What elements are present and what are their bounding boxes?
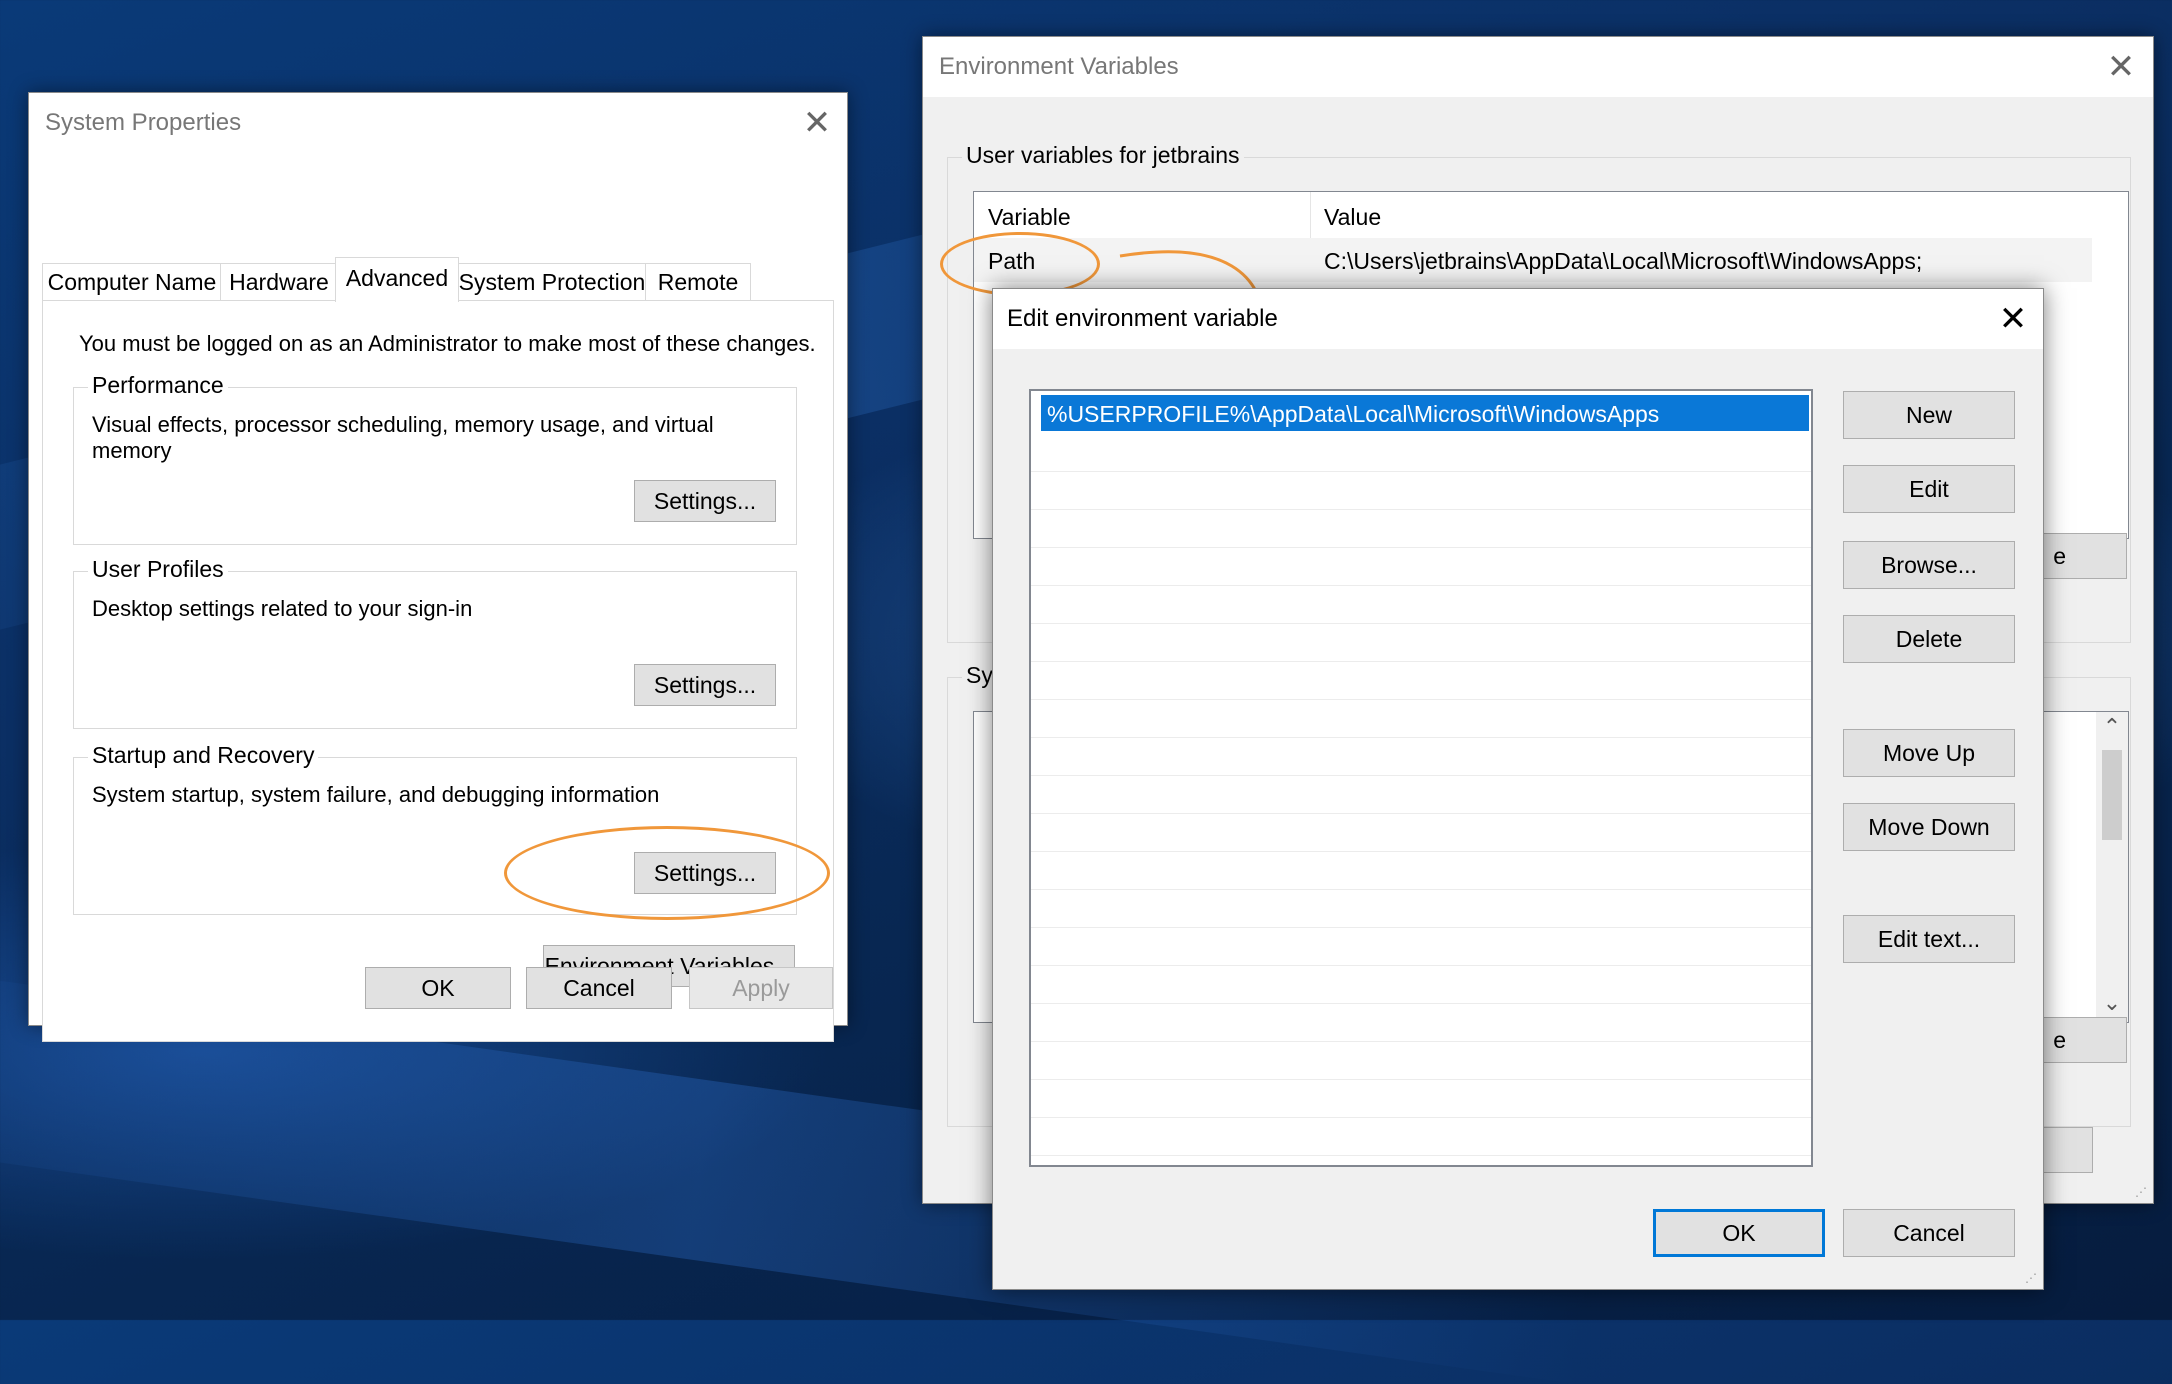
performance-group: Performance Visual effects, processor sc…: [73, 372, 797, 545]
list-item[interactable]: [1031, 813, 1811, 852]
list-item[interactable]: [1031, 737, 1811, 776]
list-item-selected[interactable]: %USERPROFILE%\AppData\Local\Microsoft\Wi…: [1041, 395, 1809, 431]
cancel-button[interactable]: Cancel: [526, 967, 672, 1009]
list-item[interactable]: [1031, 1117, 1811, 1156]
admin-note: You must be logged on as an Administrato…: [79, 331, 816, 356]
tab-label: System Protection: [458, 269, 646, 295]
startup-recovery-group: Startup and Recovery System startup, sys…: [73, 742, 797, 915]
list-item[interactable]: [1031, 585, 1811, 624]
button-label: OK: [1722, 1220, 1756, 1246]
group-label: Performance: [88, 372, 228, 399]
column-variable[interactable]: Variable: [988, 204, 1071, 231]
column-divider: [1310, 192, 1311, 238]
group-description: Visual effects, processor scheduling, me…: [92, 412, 714, 463]
button-label: Settings...: [653, 860, 757, 886]
tab-label: Remote: [657, 269, 739, 295]
list-item[interactable]: [1031, 623, 1811, 662]
window-title: Environment Variables: [939, 53, 1179, 80]
column-value[interactable]: Value: [1324, 204, 1381, 231]
entry-text: %USERPROFILE%\AppData\Local\Microsoft\Wi…: [1047, 401, 1660, 427]
button-label: Edit text...: [1877, 926, 1981, 952]
move-up-button[interactable]: Move Up: [1843, 729, 2015, 777]
vertical-scrollbar[interactable]: ⌃ ⌄: [2096, 712, 2128, 1022]
tab-label: Computer Name: [47, 269, 217, 295]
resize-grip-icon[interactable]: ⋰: [2135, 1185, 2149, 1199]
list-item[interactable]: [1031, 927, 1811, 966]
scroll-down-icon[interactable]: ⌄: [2096, 990, 2128, 1018]
button-label: Cancel: [563, 975, 635, 1001]
button-label: Move Down: [1868, 814, 1990, 840]
titlebar: Edit environment variable ✕: [993, 289, 2043, 349]
tab-label: Hardware: [229, 269, 329, 295]
list-item[interactable]: [1031, 547, 1811, 586]
list-item[interactable]: [1031, 889, 1811, 928]
edit-text-button[interactable]: Edit text...: [1843, 915, 2015, 963]
group-description: System startup, system failure, and debu…: [92, 782, 660, 807]
tab-system-protection[interactable]: System Protection: [457, 263, 647, 300]
button-label: Delete: [1895, 626, 1963, 652]
group-description: Desktop settings related to your sign-in: [92, 596, 473, 621]
list-item[interactable]: [1031, 699, 1811, 738]
browse-button[interactable]: Browse...: [1843, 541, 2015, 589]
resize-grip-icon[interactable]: ⋰: [2025, 1271, 2039, 1285]
advanced-tab-panel: You must be logged on as an Administrato…: [42, 300, 834, 1042]
user-profiles-group: User Profiles Desktop settings related t…: [73, 556, 797, 729]
button-label: OK: [421, 975, 455, 1001]
button-label: Cancel: [1893, 1220, 1965, 1246]
close-icon[interactable]: ✕: [797, 103, 837, 143]
scroll-up-icon[interactable]: ⌃: [2096, 714, 2128, 742]
tab-hardware[interactable]: Hardware: [220, 263, 338, 300]
button-label: Move Up: [1882, 740, 1976, 766]
button-label: e: [2053, 543, 2066, 569]
ok-button[interactable]: OK: [365, 967, 511, 1009]
apply-button[interactable]: Apply: [689, 967, 833, 1009]
path-entries-list[interactable]: %USERPROFILE%\AppData\Local\Microsoft\Wi…: [1029, 389, 1813, 1167]
window-title: Edit environment variable: [1007, 305, 1278, 332]
system-properties-window: System Properties ✕ Computer Name Hardwa…: [28, 92, 848, 1042]
close-icon[interactable]: ✕: [2101, 47, 2141, 87]
group-label: Startup and Recovery: [88, 742, 319, 769]
edit-environment-variable-window: Edit environment variable ✕ %USERPROFILE…: [992, 288, 2044, 1290]
titlebar: Environment Variables ✕: [923, 37, 2153, 97]
tab-advanced[interactable]: Advanced: [335, 257, 459, 302]
performance-settings-button[interactable]: Settings...: [634, 480, 776, 522]
tab-computer-name[interactable]: Computer Name: [42, 263, 222, 300]
tab-remote[interactable]: Remote: [645, 263, 751, 300]
button-label: Settings...: [653, 672, 757, 698]
list-item[interactable]: [1031, 965, 1811, 1004]
button-label: Edit: [1909, 476, 1949, 502]
list-item[interactable]: [1031, 1041, 1811, 1080]
list-item[interactable]: [1031, 433, 1811, 472]
move-down-button[interactable]: Move Down: [1843, 803, 2015, 851]
delete-button[interactable]: Delete: [1843, 615, 2015, 663]
ok-button[interactable]: OK: [1653, 1209, 1825, 1257]
value-cell: C:\Users\jetbrains\AppData\Local\Microso…: [1324, 248, 1923, 274]
list-item[interactable]: [1031, 775, 1811, 814]
button-label: e: [2053, 1027, 2066, 1053]
user-profiles-settings-button[interactable]: Settings...: [634, 664, 776, 706]
scrollbar-thumb[interactable]: [2102, 750, 2122, 840]
list-item[interactable]: [1031, 1003, 1811, 1042]
titlebar: System Properties ✕: [29, 93, 847, 151]
variable-cell: Path: [988, 248, 1036, 274]
button-label: Browse...: [1881, 552, 1977, 578]
list-item[interactable]: [1031, 661, 1811, 700]
button-label: Apply: [732, 975, 790, 1001]
cancel-button[interactable]: Cancel: [1843, 1209, 2015, 1257]
startup-settings-button[interactable]: Settings...: [634, 852, 776, 894]
list-item[interactable]: [1031, 509, 1811, 548]
group-label: User variables for jetbrains: [962, 142, 1244, 169]
group-label: User Profiles: [88, 556, 228, 583]
list-item[interactable]: [1031, 1079, 1811, 1118]
list-header: Variable Value: [974, 192, 2092, 239]
button-label: New: [1905, 402, 1952, 428]
tab-label: Advanced: [345, 265, 449, 291]
window-title: System Properties: [45, 109, 242, 136]
list-item[interactable]: [1031, 851, 1811, 890]
button-label: Settings...: [653, 488, 757, 514]
close-icon[interactable]: ✕: [1993, 299, 2033, 339]
new-button[interactable]: New: [1843, 391, 2015, 439]
list-item[interactable]: [1031, 471, 1811, 510]
edit-button[interactable]: Edit: [1843, 465, 2015, 513]
